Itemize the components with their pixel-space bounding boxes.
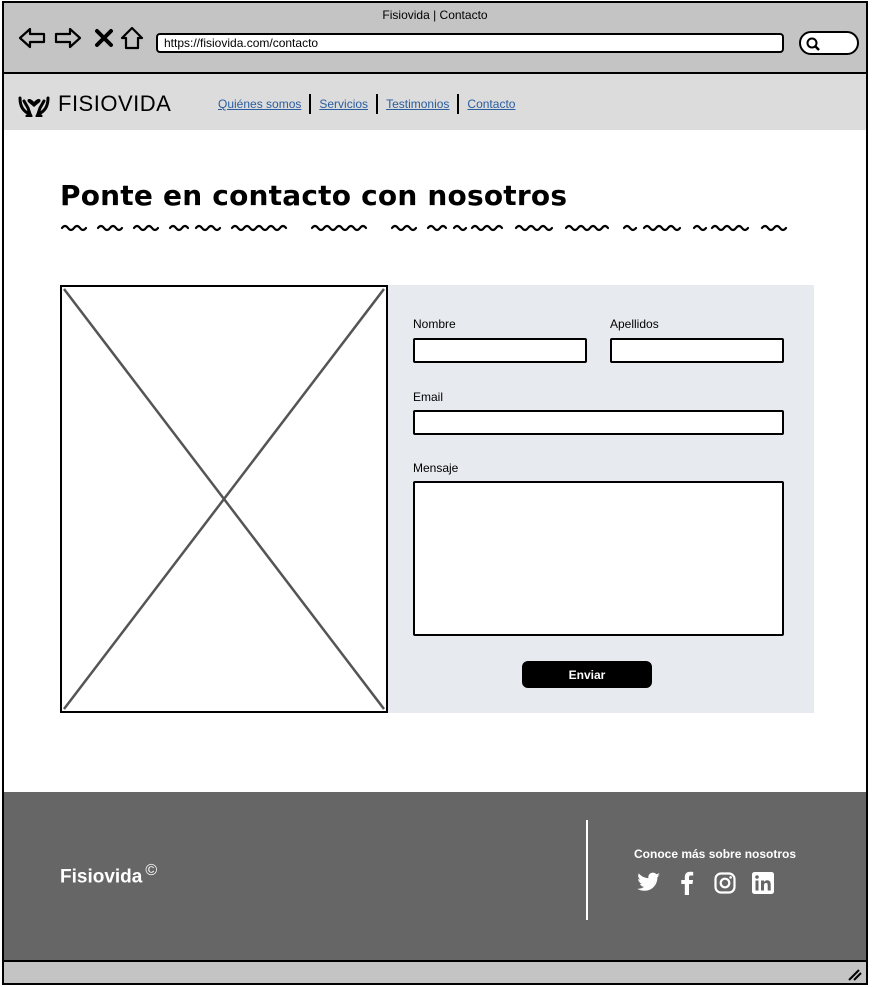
logo-text: FISIOVIDA <box>58 91 172 116</box>
window-title: Fisiovida | Contacto <box>382 8 488 22</box>
nav-link-testimonios[interactable]: Testimonios <box>378 94 457 114</box>
social-links <box>636 870 776 896</box>
image-placeholder <box>60 285 388 713</box>
footer-brand-name: Fisiovida <box>60 866 143 888</box>
page-title: Ponte en contacto con nosotros <box>60 179 568 212</box>
resize-grip-icon[interactable] <box>846 967 862 981</box>
copyright-symbol: © <box>145 862 158 879</box>
last-name-field[interactable] <box>610 338 784 363</box>
browser-window: Fisiovida | Contacto https://fisiovida.c… <box>2 1 868 985</box>
email-field[interactable] <box>413 410 784 435</box>
footer-divider <box>586 820 588 920</box>
first-name-label: Nombre <box>413 317 456 331</box>
site-footer: Fisiovida © Conoce más sobre nosotros <box>4 792 866 960</box>
nav-link-servicios[interactable]: Servicios <box>311 94 376 114</box>
last-name-label: Apellidos <box>610 317 659 331</box>
main-nav: Quiénes somos Servicios Testimonios Cont… <box>210 94 523 114</box>
hands-heart-icon <box>18 96 50 117</box>
url-bar[interactable]: https://fisiovida.com/contacto <box>156 33 784 53</box>
message-field[interactable] <box>413 481 784 636</box>
logo[interactable]: FISIOVIDA <box>18 91 171 117</box>
placeholder-text-scribble <box>60 224 788 232</box>
search-icon <box>806 37 820 51</box>
browser-search-button[interactable] <box>799 31 859 55</box>
linkedin-icon[interactable] <box>750 870 776 896</box>
forward-icon[interactable] <box>52 23 84 53</box>
site-header: FISIOVIDA Quiénes somos Servicios Testim… <box>4 74 866 130</box>
instagram-icon[interactable] <box>712 870 738 896</box>
twitter-icon[interactable] <box>636 870 662 896</box>
nav-link-quienes-somos[interactable]: Quiénes somos <box>210 94 309 114</box>
browser-status-bar <box>4 960 866 983</box>
browser-toolbar: Fisiovida | Contacto https://fisiovida.c… <box>4 3 866 74</box>
nav-link-contacto[interactable]: Contacto <box>459 94 523 114</box>
submit-button[interactable]: Enviar <box>522 661 652 688</box>
facebook-icon[interactable] <box>674 870 700 896</box>
first-name-field[interactable] <box>413 338 587 363</box>
footer-brand: Fisiovida © <box>60 862 157 888</box>
image-placeholder-cross <box>63 288 385 710</box>
message-label: Mensaje <box>413 461 459 475</box>
social-title: Conoce más sobre nosotros <box>634 847 797 861</box>
back-icon[interactable] <box>16 23 48 53</box>
email-label: Email <box>413 390 444 404</box>
home-icon[interactable] <box>116 23 148 53</box>
